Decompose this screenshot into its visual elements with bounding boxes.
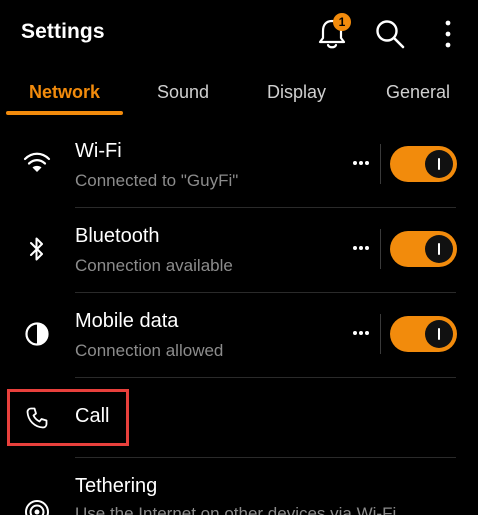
- page-title: Settings: [21, 20, 105, 43]
- tab-network[interactable]: Network: [29, 82, 100, 103]
- tab-display[interactable]: Display: [267, 82, 326, 103]
- bluetooth-toggle[interactable]: [390, 231, 457, 267]
- list-item-tethering[interactable]: Tethering Use the Internet on other devi…: [0, 457, 478, 515]
- tethering-icon: [22, 497, 52, 515]
- list-item-mobile-data[interactable]: Mobile data Connection allowed: [0, 292, 478, 377]
- app-header: Settings 1: [0, 0, 478, 70]
- mobile-data-icon: [22, 319, 52, 349]
- notifications-button[interactable]: 1: [312, 13, 352, 54]
- mobile-data-toggle[interactable]: [390, 316, 457, 352]
- toggle-knob: [425, 320, 453, 348]
- list-item-title: Mobile data: [75, 310, 179, 332]
- search-button[interactable]: [370, 14, 410, 54]
- tab-general[interactable]: General: [386, 82, 450, 103]
- more-horiz-icon: [353, 331, 369, 335]
- bluetooth-more-button[interactable]: [349, 236, 373, 260]
- toggle-knob: [425, 235, 453, 263]
- more-horiz-icon: [353, 246, 369, 250]
- list-item-title: Bluetooth: [75, 225, 160, 247]
- list-item-subtitle: Connected to "GuyFi": [75, 171, 239, 190]
- toggle-knob: [425, 150, 453, 178]
- notification-badge: 1: [333, 13, 351, 31]
- wifi-icon: [22, 148, 52, 178]
- list-item-subtitle: Connection allowed: [75, 341, 224, 360]
- list-item-bluetooth[interactable]: Bluetooth Connection available: [0, 207, 478, 292]
- tab-sound[interactable]: Sound: [157, 82, 209, 103]
- more-vert-icon: [445, 20, 451, 48]
- list-item-wifi[interactable]: Wi-Fi Connected to "GuyFi": [0, 122, 478, 207]
- divider: [380, 229, 381, 269]
- more-horiz-icon: [353, 161, 369, 165]
- bluetooth-icon: [22, 234, 52, 264]
- tab-bar: Network Sound Display General: [0, 70, 478, 122]
- list-item-subtitle: Connection available: [75, 256, 233, 275]
- more-options-button[interactable]: [428, 14, 468, 54]
- highlight-box: [7, 389, 129, 446]
- list-item-title: Wi-Fi: [75, 140, 122, 162]
- active-tab-indicator: [6, 111, 123, 115]
- wifi-toggle[interactable]: [390, 146, 457, 182]
- divider: [380, 314, 381, 354]
- wifi-more-button[interactable]: [349, 151, 373, 175]
- divider: [380, 144, 381, 184]
- list-item-title: Tethering: [75, 475, 158, 497]
- list-item-subtitle: Use the Internet on other devices via Wi…: [75, 504, 397, 515]
- search-icon: [376, 20, 405, 49]
- mobile-data-more-button[interactable]: [349, 321, 373, 345]
